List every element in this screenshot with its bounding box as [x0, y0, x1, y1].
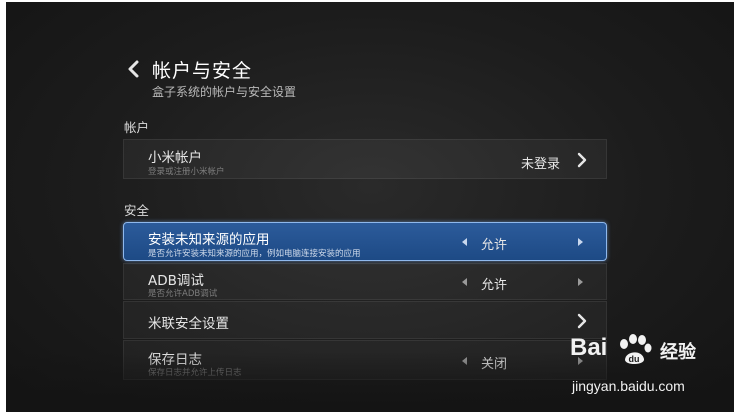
row-value: 关闭	[480, 357, 508, 372]
row-label: 米联安全设置	[148, 316, 229, 332]
page-title: 帐户与安全	[152, 60, 253, 82]
row-label: 小米帐户	[148, 150, 202, 166]
tv-settings-screen: 帐户与安全 盒子系统的帐户与安全设置 帐户 小米帐户 登录或注册小米帐户 未登录…	[6, 2, 734, 412]
row-description: 保存日志并允许上传日志	[148, 368, 242, 378]
row-value: 允许	[480, 238, 508, 253]
row-description: 是否允许ADB调试	[148, 289, 218, 299]
back-arrow-icon[interactable]	[124, 57, 144, 81]
arrow-left-icon[interactable]	[462, 278, 467, 286]
watermark-url: jingyan.baidu.com	[572, 378, 685, 394]
section-header-account: 帐户	[124, 120, 150, 135]
chevron-right-icon	[576, 313, 588, 329]
arrow-right-icon[interactable]	[578, 238, 583, 246]
row-description: 登录或注册小米帐户	[148, 167, 225, 177]
row-save-log[interactable]: 保存日志 保存日志并允许上传日志 关闭	[123, 340, 607, 380]
row-label: ADB调试	[148, 273, 204, 289]
watermark-brand-suffix: 经验	[660, 342, 696, 363]
paw-icon: du	[620, 334, 652, 365]
row-label: 保存日志	[148, 352, 202, 368]
row-label: 安装未知来源的应用	[148, 232, 270, 248]
row-milian-security[interactable]: 米联安全设置	[123, 301, 607, 339]
row-mi-account[interactable]: 小米帐户 登录或注册小米帐户 未登录	[123, 139, 607, 179]
row-description: 是否允许安装未知来源的应用，例如电脑连接安装的应用	[148, 249, 361, 259]
baidu-jingyan-watermark: Bai du 经验 jingyan.baidu.com	[568, 334, 718, 404]
chevron-right-icon	[576, 152, 588, 168]
row-install-unknown-sources[interactable]: 安装未知来源的应用 是否允许安装未知来源的应用，例如电脑连接安装的应用 允许	[123, 222, 607, 261]
svg-text:du: du	[629, 354, 640, 364]
row-adb-debugging[interactable]: ADB调试 是否允许ADB调试 允许	[123, 263, 607, 300]
page-subtitle: 盒子系统的帐户与安全设置	[152, 85, 297, 99]
section-header-security: 安全	[124, 203, 150, 218]
arrow-left-icon[interactable]	[462, 357, 467, 365]
arrow-left-icon[interactable]	[462, 238, 467, 246]
watermark-brand: Bai	[570, 334, 608, 361]
row-value: 允许	[480, 278, 508, 293]
row-value: 未登录	[520, 157, 560, 172]
arrow-right-icon[interactable]	[578, 278, 583, 286]
